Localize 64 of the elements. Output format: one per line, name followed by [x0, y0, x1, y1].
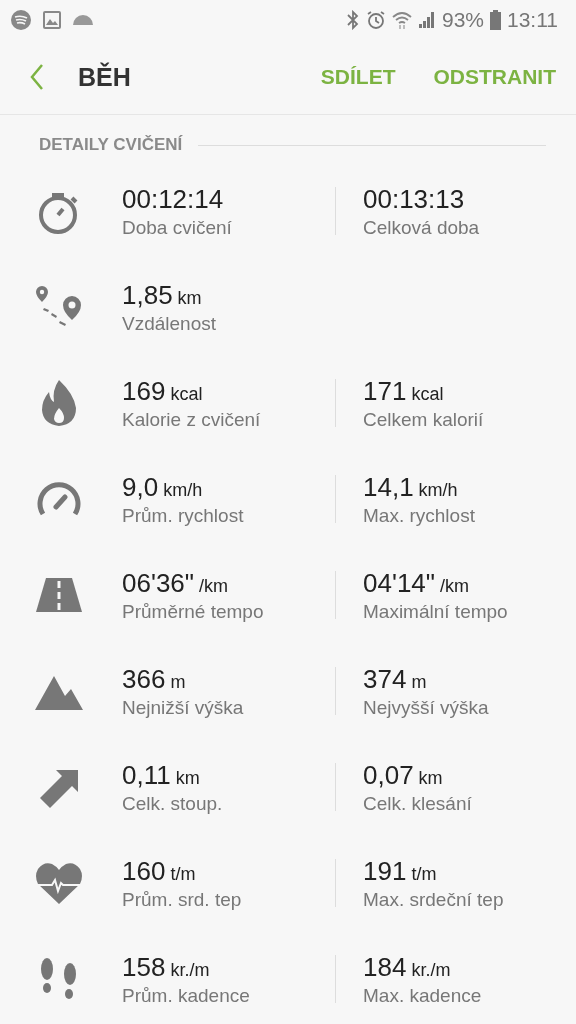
metric-unit: /km	[199, 575, 229, 597]
signal-icon	[417, 11, 436, 29]
metric-value: 9,0	[122, 471, 159, 503]
metric-unit: km/h	[418, 479, 458, 501]
metric-value: 191	[363, 855, 407, 887]
metric-label: Průměrné tempo	[122, 600, 265, 623]
metric-value: 160	[122, 855, 166, 887]
metric-unit: kcal	[411, 383, 444, 405]
metric-label: Celk. stoup.	[122, 792, 224, 815]
metric-label: Prům. kadence	[122, 984, 251, 1007]
metric-unit: m	[411, 671, 427, 693]
metric-label: Nejvyšší výška	[363, 696, 490, 719]
metric-unit: km/h	[163, 479, 203, 501]
metric-label: Celk. klesání	[363, 792, 473, 815]
metric-label: Celkem kalorií	[363, 408, 485, 431]
metric-label: Prům. srd. tep	[122, 888, 243, 911]
metric-label: Vzdálenost	[122, 312, 217, 335]
battery-icon	[490, 10, 501, 30]
header-action-button[interactable]: SDÍLET	[320, 65, 396, 89]
metric-value: 171	[363, 375, 407, 407]
wifi-icon	[391, 10, 412, 30]
metric-label: Max. rychlost	[363, 504, 476, 527]
alarm-icon	[365, 10, 386, 30]
back-icon[interactable]	[30, 64, 44, 90]
metric-value: 374	[363, 663, 407, 695]
metric-value: 00:12:14	[122, 183, 224, 215]
metric-value: 0,07	[363, 759, 414, 791]
metric-label: Doba cvičení	[122, 216, 233, 239]
metric-unit: t/m	[170, 863, 196, 885]
metric-unit: km	[418, 767, 443, 789]
metric-label: Celková doba	[363, 216, 481, 239]
metric-label: Prům. rychlost	[122, 504, 245, 527]
metric-label: Nejnižší výška	[122, 696, 245, 719]
metric-unit: kcal	[170, 383, 203, 405]
metric-value: 366	[122, 663, 166, 695]
metric-value: 158	[122, 951, 166, 983]
metric-unit: km	[175, 767, 200, 789]
metric-label: Max. srdeční tep	[363, 888, 505, 911]
metric-value: 00:13:13	[363, 183, 465, 215]
metric-unit: kr./m	[411, 959, 451, 981]
gallery-icon	[42, 10, 62, 30]
metric-label: Kalorie z cvičení	[122, 408, 262, 431]
metric-value: 0,11	[122, 759, 171, 791]
battery-percent: 93%	[441, 8, 484, 32]
metric-label: Maximální tempo	[363, 600, 509, 623]
header-action-button[interactable]: ODSTRANIT	[433, 65, 556, 89]
metric-value: 169	[122, 375, 166, 407]
metric-unit: t/m	[411, 863, 437, 885]
section-title: DETAILY CVIČENÍ	[39, 135, 183, 155]
metric-unit: km	[177, 287, 202, 309]
metric-value: 04'14"	[363, 567, 436, 599]
dome-icon	[72, 14, 94, 26]
metric-unit: kr./m	[170, 959, 210, 981]
metric-value: 14,1	[363, 471, 414, 503]
metric-unit: m	[170, 671, 186, 693]
metric-label: Max. kadence	[363, 984, 483, 1007]
metric-value: 1,85	[122, 279, 173, 311]
bluetooth-icon	[345, 10, 360, 30]
metric-value: 06'36"	[122, 567, 195, 599]
clock: 13:11	[507, 8, 558, 32]
page-title: BĚH	[78, 62, 131, 92]
music-app-icon	[10, 9, 32, 31]
metric-unit: /km	[440, 575, 470, 597]
metric-value: 184	[363, 951, 407, 983]
